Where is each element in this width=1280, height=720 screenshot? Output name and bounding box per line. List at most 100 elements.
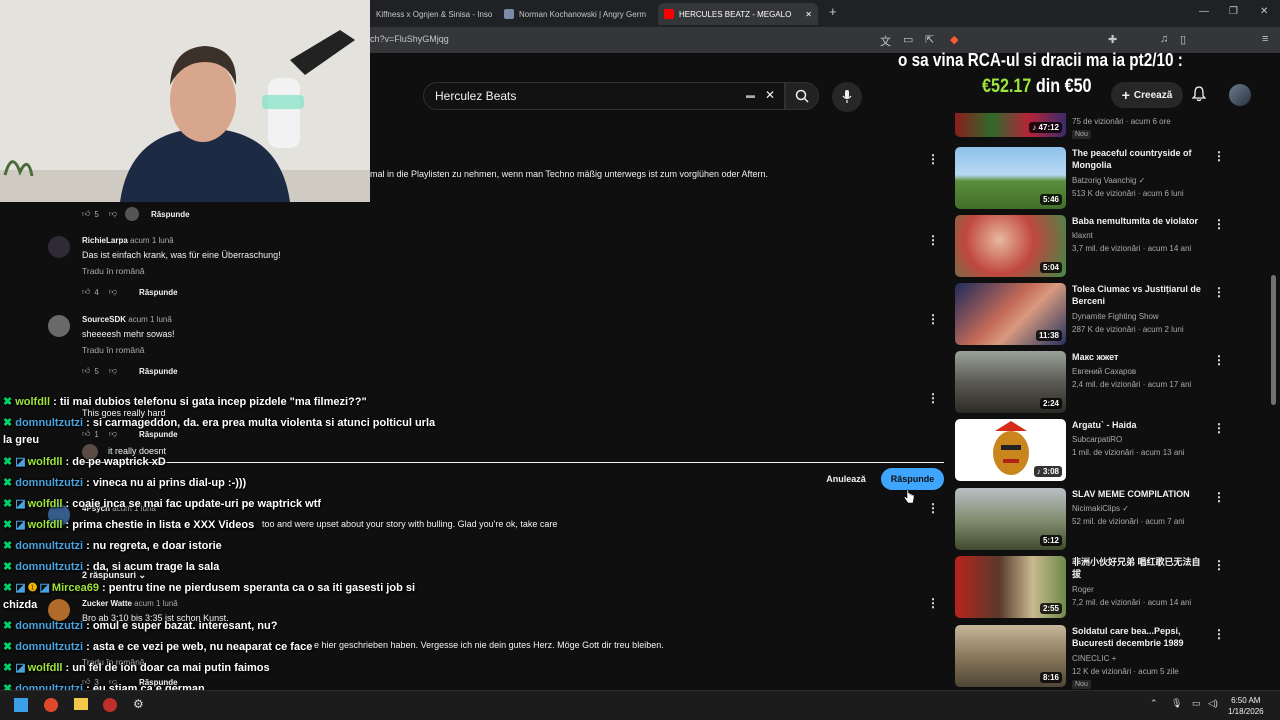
comment-time[interactable]: acum 1 lună [128, 315, 172, 324]
video-title[interactable]: SLAV MEME COMPILATION [1072, 488, 1207, 500]
comment-menu-icon[interactable]: ⋮ [927, 501, 939, 515]
settings-icon[interactable]: ⚙ [133, 697, 144, 711]
maximize-button[interactable]: ❐ [1229, 6, 1238, 17]
reply-button[interactable]: Răspunde [151, 210, 190, 219]
search-input[interactable] [435, 89, 735, 103]
comment-author[interactable]: Zucker Watte [82, 599, 132, 608]
recommended-video[interactable]: 2:55 非洲小伙好兄弟 唱红歌已无法自拔 Roger 7,2 mil. de … [955, 556, 1225, 618]
video-title[interactable]: Tolea Ciumac vs Justițiarul de Berceni [1072, 283, 1207, 307]
search-box[interactable]: ▬ ✕ [423, 82, 785, 110]
translate-link[interactable]: Tradu în română [82, 345, 145, 355]
recommended-video[interactable]: ♪ 47:12 75 de vizionări · acum 6 ore Nou [955, 113, 1225, 139]
mic-tray-icon[interactable]: 🎙︎ [1171, 698, 1182, 709]
tab-norman[interactable]: Norman Kochanowski | Angry Germ [498, 3, 650, 25]
brave-shield-icon[interactable]: ◆ [950, 33, 958, 46]
comment-author[interactable]: RichieLarpa [82, 236, 128, 245]
channel-name[interactable]: NicimakiClips ✓ [1072, 504, 1129, 513]
video-title[interactable]: 非洲小伙好兄弟 唱红歌已无法自拔 [1072, 556, 1207, 580]
menu-icon[interactable]: ≡ [1262, 33, 1268, 45]
channel-name[interactable]: klaxnt [1072, 231, 1093, 240]
tray-chevron-icon[interactable]: ⌃ [1150, 698, 1158, 709]
system-clock[interactable]: 6:50 AM 1/18/2026 [1228, 695, 1264, 717]
video-menu-icon[interactable]: ⋮ [1213, 149, 1225, 163]
media-icon[interactable]: ♫ [1160, 33, 1168, 45]
network-icon[interactable]: ▭ [1192, 698, 1201, 709]
browser-taskbar-icon[interactable] [44, 698, 58, 712]
like-icon[interactable]: 👍︎ [82, 429, 90, 439]
video-thumbnail[interactable]: 5:04 [955, 215, 1066, 277]
like-icon[interactable]: 👍︎ [82, 209, 90, 219]
comment-menu-icon[interactable]: ⋮ [927, 312, 939, 326]
scrollbar[interactable] [1271, 275, 1276, 405]
dislike-icon[interactable]: 👎︎ [109, 366, 117, 376]
comment-menu-icon[interactable]: ⋮ [927, 391, 939, 405]
comment-menu-icon[interactable]: ⋮ [927, 233, 939, 247]
account-avatar[interactable] [1229, 84, 1251, 106]
comment-menu-icon[interactable]: ⋮ [927, 152, 939, 166]
channel-name[interactable]: Batzorig Vaanchig ✓ [1072, 176, 1145, 185]
reply-button[interactable]: Răspunde [139, 288, 178, 297]
voice-search-button[interactable] [832, 82, 862, 112]
video-thumbnail[interactable]: ♪ 3:08 [955, 419, 1066, 481]
close-window-button[interactable]: ✕ [1260, 6, 1268, 17]
comment-menu-icon[interactable]: ⋮ [927, 596, 939, 610]
recommended-video[interactable]: 5:46 The peaceful countryside of Mongoli… [955, 147, 1225, 209]
comment-author[interactable]: SourceSDK [82, 315, 126, 324]
submit-reply-button[interactable]: Răspunde [881, 468, 944, 490]
avatar[interactable] [48, 599, 70, 621]
video-menu-icon[interactable]: ⋮ [1213, 217, 1225, 231]
keyboard-icon[interactable]: ▬ [746, 90, 755, 100]
recommended-video[interactable]: 2:24 Макс жжет Евгений Сахаров 2,4 mil. … [955, 351, 1225, 413]
channel-name[interactable]: Евгений Сахаров [1072, 367, 1136, 376]
video-thumbnail[interactable]: 8:16 [955, 625, 1066, 687]
video-title[interactable]: Argatu` - Haida [1072, 419, 1207, 431]
reply-button[interactable]: Răspunde [139, 367, 178, 376]
dislike-icon[interactable]: 👎︎ [109, 209, 117, 219]
channel-name[interactable]: CINECLIC + [1072, 654, 1116, 663]
comment-time[interactable]: acum 1 lună [134, 599, 178, 608]
video-thumbnail[interactable]: ♪ 47:12 [955, 113, 1066, 137]
channel-name[interactable]: SubcarpatiRO [1072, 435, 1122, 444]
create-button[interactable]: + Creează [1111, 82, 1183, 108]
video-menu-icon[interactable]: ⋮ [1213, 558, 1225, 572]
video-title[interactable]: Soldatul care bea...Pepsi, Bucuresti dec… [1072, 625, 1207, 649]
comment-time[interactable]: acum 1 lună [130, 236, 174, 245]
video-menu-icon[interactable]: ⋮ [1213, 627, 1225, 641]
new-tab-button[interactable]: + [829, 4, 837, 19]
video-menu-icon[interactable]: ⋮ [1213, 285, 1225, 299]
video-thumbnail[interactable]: 2:24 [955, 351, 1066, 413]
video-thumbnail[interactable]: 2:55 [955, 556, 1066, 618]
obs-icon[interactable] [103, 698, 117, 712]
video-thumbnail[interactable]: 11:38 [955, 283, 1066, 345]
cast-icon[interactable]: ▭ [903, 33, 913, 46]
recommended-video[interactable]: 5:04 Baba nemultumita de violator klaxnt… [955, 215, 1225, 277]
dislike-icon[interactable]: 👎︎ [109, 287, 117, 297]
share-icon[interactable]: ⇱ [925, 33, 934, 46]
channel-name[interactable]: Dynamite Fighting Show [1072, 312, 1159, 321]
video-menu-icon[interactable]: ⋮ [1213, 353, 1225, 367]
video-thumbnail[interactable]: 5:46 [955, 147, 1066, 209]
start-icon[interactable] [14, 698, 28, 712]
video-title[interactable]: Макс жжет [1072, 351, 1207, 363]
reply-button[interactable]: Răspunde [139, 430, 178, 439]
channel-name[interactable]: Roger [1072, 585, 1094, 594]
translate-icon[interactable]: 文 [880, 33, 891, 49]
avatar[interactable] [48, 236, 70, 258]
minimize-button[interactable]: — [1199, 6, 1209, 17]
video-title[interactable]: The peaceful countryside of Mongolia [1072, 147, 1207, 171]
cancel-reply-button[interactable]: Anulează [818, 468, 874, 490]
video-title[interactable]: Baba nemultumita de violator [1072, 215, 1207, 227]
clear-search-icon[interactable]: ✕ [765, 88, 775, 102]
volume-icon[interactable]: ◁) [1208, 698, 1218, 709]
recommended-video[interactable]: 11:38 Tolea Ciumac vs Justițiarul de Ber… [955, 283, 1225, 345]
url-field[interactable]: ch?v=FluShyGMjqg [370, 34, 449, 44]
video-thumbnail[interactable]: 5:12 [955, 488, 1066, 550]
video-menu-icon[interactable]: ⋮ [1213, 421, 1225, 435]
tab-hercules[interactable]: HERCULES BEATZ - MEGALO ✕ [658, 3, 818, 25]
recommended-video[interactable]: 8:16 Soldatul care bea...Pepsi, Bucurest… [955, 625, 1225, 689]
translate-link[interactable]: Tradu în română [82, 266, 145, 276]
avatar[interactable] [48, 315, 70, 337]
tab-kiffness[interactable]: Kiffness x Ognjen & Sinisa - Inso [370, 3, 492, 25]
like-icon[interactable]: 👍︎ [82, 366, 90, 376]
recommended-video[interactable]: 5:12 SLAV MEME COMPILATION NicimakiClips… [955, 488, 1225, 550]
